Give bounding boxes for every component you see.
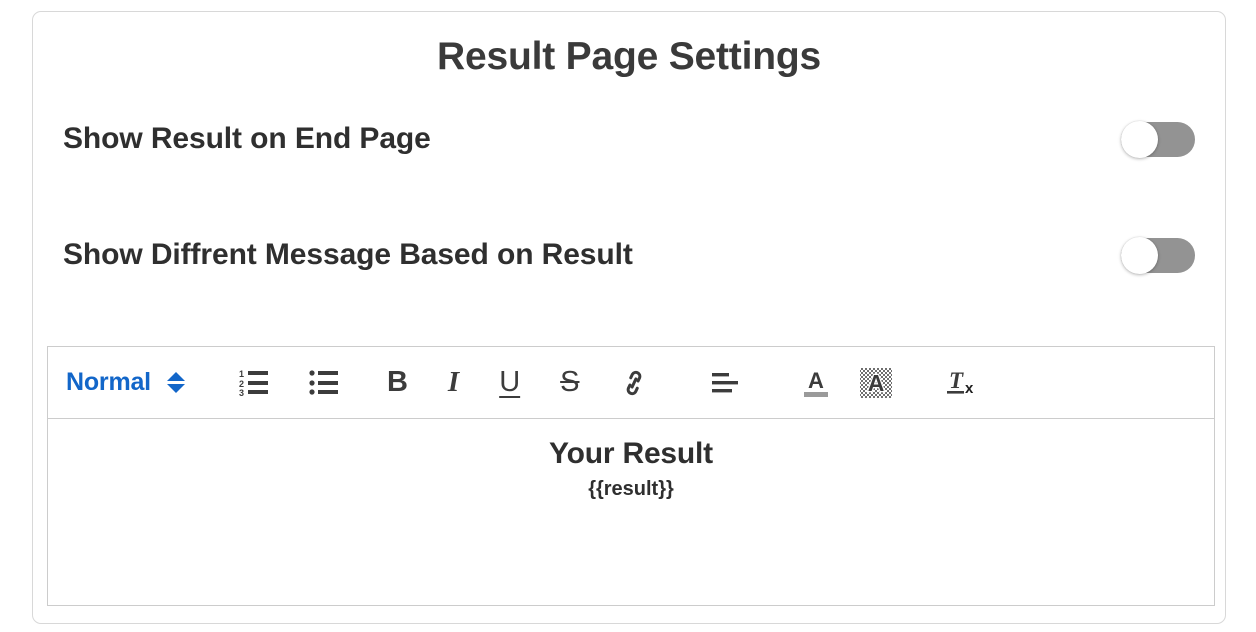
svg-text:x: x [965,380,974,397]
setting-row-show-result-on-end-page: Show Result on End Page [63,111,1195,167]
show-result-on-end-page-toggle[interactable] [1121,120,1195,158]
setting-row-show-different-message: Show Diffrent Message Based on Result [63,227,1195,283]
text-color-icon[interactable]: A [801,361,831,405]
clear-format-icon[interactable]: T x [945,361,981,405]
setting-label: Show Result on End Page [63,122,431,155]
italic-icon[interactable]: I [448,361,459,405]
editor-result-token: {{result}} [588,478,674,500]
editor-heading: Your Result [549,437,713,470]
italic-label: I [447,366,460,398]
show-different-message-toggle[interactable] [1121,236,1195,274]
chevron-updown-icon [166,372,185,393]
toggle-knob [1121,120,1158,158]
svg-text:3: 3 [239,388,244,397]
format-dropdown-label: Normal [66,368,151,396]
bold-label: B [386,366,408,398]
strikethrough-icon[interactable]: S [560,361,579,405]
page-title: Result Page Settings [437,35,821,78]
link-icon[interactable] [619,361,649,405]
bold-icon[interactable]: B [387,361,408,405]
rich-text-editor: Normal 1 2 3 B I U S A A T x Your Result… [47,346,1215,606]
background-color-icon[interactable]: A [859,361,893,405]
svg-text:A: A [868,370,885,396]
align-icon[interactable] [711,361,741,405]
toggle-knob [1121,236,1158,274]
settings-rows: Show Result on End Page Show Diffrent Me… [33,111,1225,283]
format-dropdown[interactable]: Normal [66,368,185,397]
svg-text:T: T [949,368,964,393]
setting-label: Show Diffrent Message Based on Result [63,238,633,271]
svg-text:1: 1 [239,369,244,379]
underline-label: U [499,366,521,398]
result-page-settings-card: Result Page Settings Show Result on End … [32,11,1226,624]
underline-icon[interactable]: U [499,361,520,405]
editor-toolbar: Normal 1 2 3 B I U S A A T x [48,347,1214,419]
ordered-list-icon[interactable]: 1 2 3 [239,361,269,405]
editor-content-area[interactable]: Your Result {{result}} [48,419,1214,605]
svg-text:A: A [809,368,825,393]
bullet-list-icon[interactable] [309,361,339,405]
strikethrough-label: S [560,366,580,398]
